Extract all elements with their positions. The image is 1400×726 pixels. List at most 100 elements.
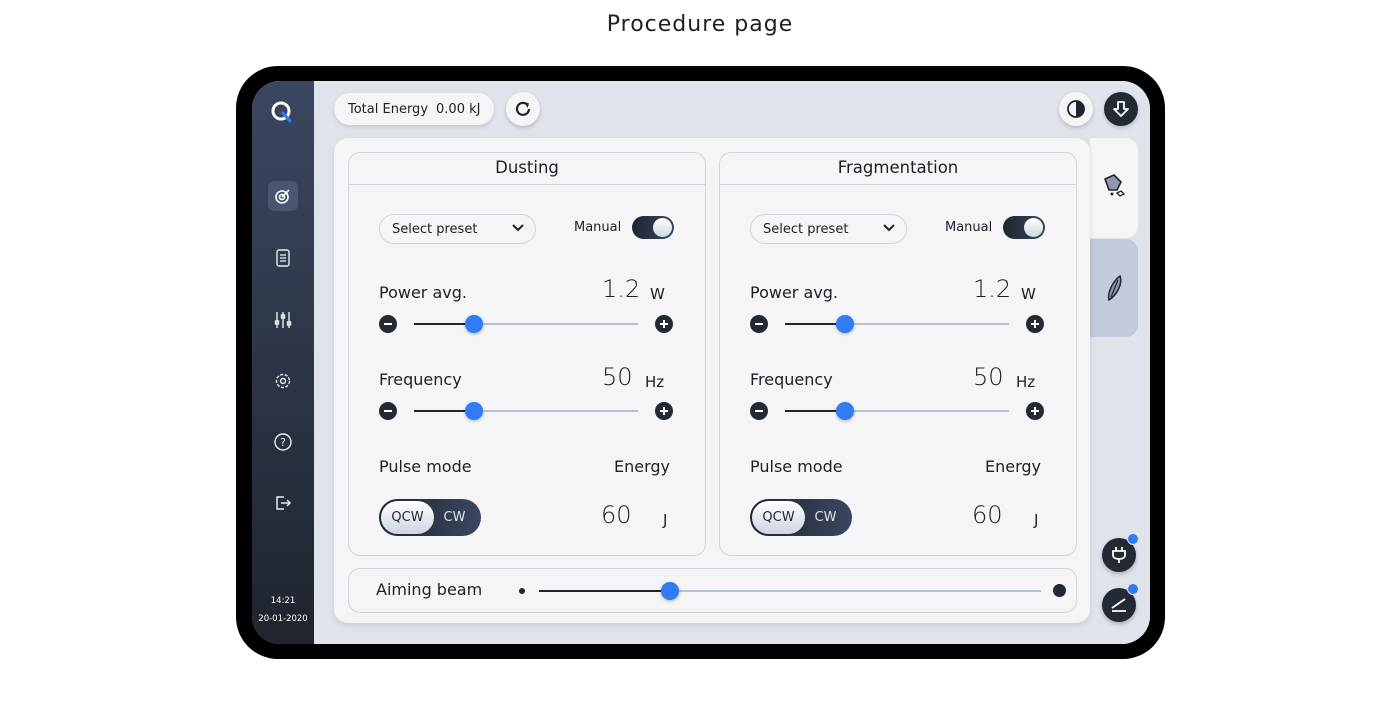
aiming-beam-slider[interactable] (539, 582, 1041, 600)
logout-icon (276, 496, 292, 510)
fragmentation-card: Fragmentation Select preset Manual Power… (719, 152, 1077, 556)
plus-icon (660, 320, 668, 328)
slider-thumb[interactable] (465, 402, 484, 420)
frequency-unit: Hz (645, 373, 665, 391)
power-value: 1.2 (973, 275, 1012, 303)
contrast-icon (1067, 100, 1085, 118)
logo-icon (271, 101, 292, 123)
procedure-panel: Dusting Select preset Manual Power avg. … (334, 138, 1090, 623)
pulse-mode-toggle[interactable]: QCW CW (750, 499, 852, 536)
sidebar: ? 14:21 20-01-2020 (252, 81, 314, 644)
preset-select[interactable]: Select preset (750, 214, 907, 244)
slider-thumb[interactable] (836, 402, 855, 420)
pulse-mode-toggle[interactable]: QCW CW (379, 499, 481, 536)
sidebar-item-treatment[interactable] (268, 181, 298, 211)
main-area: Total Energy 0.00 kJ Dusting Select pres… (314, 81, 1150, 644)
pulse-mode-label: Pulse mode (750, 457, 843, 476)
card-title: Dusting (349, 153, 705, 185)
slider-fill (539, 590, 670, 592)
sidebar-item-adjustments[interactable] (268, 305, 298, 335)
refresh-icon (515, 101, 531, 116)
pulse-option-cw[interactable]: CW (799, 501, 852, 534)
sidebar-item-settings[interactable] (268, 366, 298, 396)
slider-thumb[interactable] (465, 315, 484, 333)
frequency-decrease-button[interactable] (379, 402, 397, 420)
power-value: 1.2 (602, 275, 641, 303)
chevron-down-icon (883, 224, 895, 232)
toggle-knob (1024, 218, 1043, 237)
screen: ? 14:21 20-01-2020 Total Energy 0.00 kJ (252, 81, 1150, 644)
chevron-down-icon (512, 224, 524, 232)
sliders-icon (274, 312, 292, 328)
frequency-label: Frequency (379, 370, 462, 389)
power-label: Power avg. (379, 283, 467, 302)
preset-select[interactable]: Select preset (379, 214, 536, 244)
pulse-mode-label: Pulse mode (379, 457, 472, 476)
power-decrease-button[interactable] (750, 315, 768, 333)
plus-icon (660, 407, 668, 415)
target-icon (275, 189, 290, 204)
manual-label: Manual (945, 220, 993, 235)
tab-tissue[interactable] (1090, 239, 1138, 337)
power-unit: W (650, 285, 665, 303)
pulse-option-qcw[interactable]: QCW (752, 501, 805, 534)
gear-icon (275, 373, 291, 389)
min-intensity-icon (519, 588, 525, 594)
sidebar-item-help[interactable]: ? (268, 427, 298, 457)
frequency-decrease-button[interactable] (750, 402, 768, 420)
manual-toggle[interactable] (1003, 216, 1045, 239)
frequency-value: 50 (602, 363, 633, 391)
frequency-increase-button[interactable] (655, 402, 673, 420)
preset-select-label: Select preset (392, 221, 478, 237)
plus-icon (1031, 320, 1039, 328)
aiming-beam-label: Aiming beam (376, 580, 483, 599)
power-label: Power avg. (750, 283, 838, 302)
clock-date: 20-01-2020 (258, 614, 308, 624)
plus-icon (1031, 407, 1039, 415)
slider-thumb[interactable] (660, 582, 679, 600)
energy-unit: J (663, 511, 668, 529)
help-icon: ? (274, 433, 292, 451)
frequency-increase-button[interactable] (1026, 402, 1044, 420)
energy-value: 60 (601, 501, 632, 529)
download-button[interactable] (1104, 92, 1138, 126)
frequency-unit: Hz (1016, 373, 1036, 391)
power-increase-button[interactable] (1026, 315, 1044, 333)
frequency-label: Frequency (750, 370, 833, 389)
frequency-slider[interactable] (785, 402, 1009, 420)
tab-stone[interactable] (1090, 138, 1138, 238)
manual-toggle[interactable] (632, 216, 674, 239)
aiming-beam-control: Aiming beam (348, 568, 1077, 613)
power-slider[interactable] (414, 315, 638, 333)
energy-label: Energy (614, 457, 671, 476)
clock-time: 14:21 (270, 596, 296, 606)
card-title: Fragmentation (720, 153, 1076, 185)
sidebar-item-reports[interactable] (268, 243, 298, 273)
frequency-slider[interactable] (414, 402, 638, 420)
fiber-icon (1111, 598, 1126, 612)
notification-badge (1127, 533, 1139, 545)
power-increase-button[interactable] (655, 315, 673, 333)
power-slider[interactable] (785, 315, 1009, 333)
reset-button[interactable] (506, 92, 540, 126)
sidebar-item-logout[interactable] (268, 488, 298, 518)
dusting-card: Dusting Select preset Manual Power avg. … (348, 152, 706, 556)
tissue-icon (1107, 274, 1122, 302)
energy-unit: J (1034, 511, 1039, 529)
total-energy-display: Total Energy 0.00 kJ (334, 93, 495, 125)
tablet-frame: ? 14:21 20-01-2020 Total Energy 0.00 kJ (236, 66, 1165, 659)
plug-icon (1112, 547, 1126, 563)
page-title: Procedure page (606, 12, 794, 37)
slider-thumb[interactable] (836, 315, 855, 333)
pulse-option-cw[interactable]: CW (428, 501, 481, 534)
notification-badge (1127, 583, 1139, 595)
frequency-value: 50 (973, 363, 1004, 391)
max-intensity-icon (1053, 584, 1066, 597)
minus-icon (384, 323, 392, 325)
power-unit: W (1021, 285, 1036, 303)
contrast-button[interactable] (1059, 92, 1093, 126)
pulse-option-qcw[interactable]: QCW (381, 501, 434, 534)
arrow-down-icon (1113, 101, 1129, 117)
total-energy-label: Total Energy (348, 101, 429, 117)
power-decrease-button[interactable] (379, 315, 397, 333)
